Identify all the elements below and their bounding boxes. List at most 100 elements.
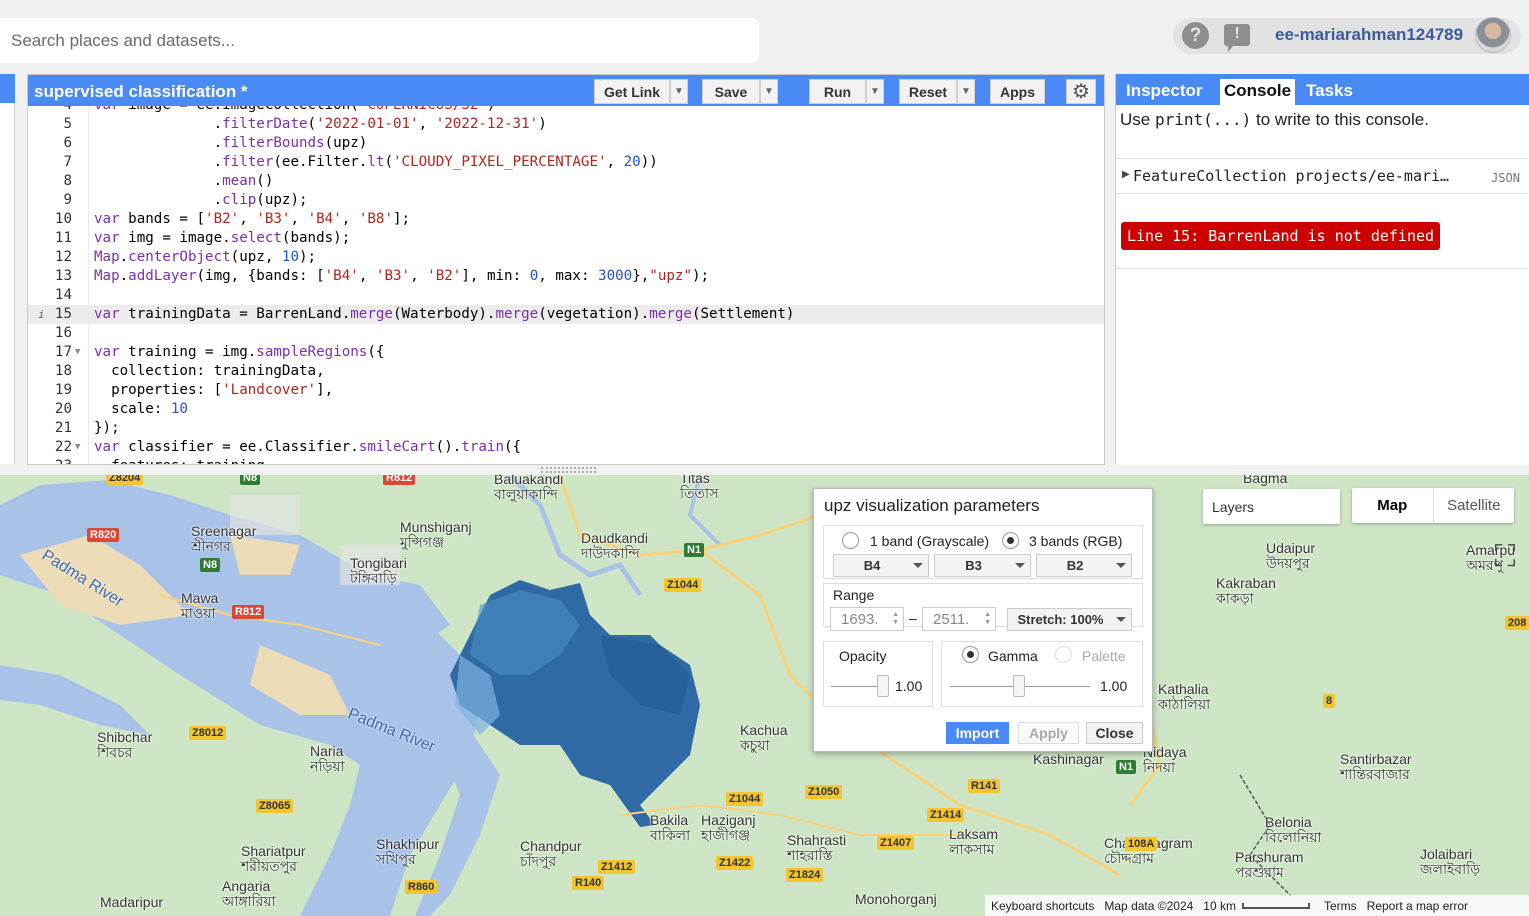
save-dropdown[interactable]: ▼ <box>760 79 778 104</box>
save-button[interactable]: Save <box>702 79 760 104</box>
code-area[interactable]: 4 var image = ee.ImageCollection('COPERNI… <box>28 106 1104 464</box>
help-icon[interactable]: ? <box>1182 22 1209 49</box>
line-number[interactable]: 14 <box>28 286 72 305</box>
line-number[interactable]: 21 <box>28 419 72 438</box>
map-type-map[interactable]: Map <box>1352 488 1433 523</box>
range-min-input[interactable]: 1693. ▲ ▼ <box>830 607 904 631</box>
report-error-link[interactable]: Report a map error <box>1367 899 1468 913</box>
code-line[interactable]: 21}); <box>28 419 1104 438</box>
line-number[interactable]: 16 <box>28 324 72 343</box>
code-text: var bands = ['B2', 'B3', 'B4', 'B8']; <box>94 211 411 227</box>
feedback-icon[interactable]: ! <box>1224 24 1250 52</box>
code-line[interactable]: 10 var bands = ['B2', 'B3', 'B4', 'B8']; <box>28 210 1104 229</box>
json-toggle[interactable]: JSON <box>1491 171 1520 185</box>
tab-console[interactable]: Console <box>1220 79 1296 105</box>
line-number[interactable]: 23 <box>28 457 72 464</box>
close-button[interactable]: Close <box>1086 722 1143 744</box>
gamma-slider-thumb[interactable] <box>1013 675 1025 697</box>
red-band-select[interactable]: B4 <box>833 554 929 577</box>
code-line[interactable]: 16 <box>28 324 1104 343</box>
green-band-select[interactable]: B3 <box>934 554 1031 577</box>
code-line[interactable]: 14 <box>28 286 1104 305</box>
code-line[interactable]: 11 var img = image.select(bands); <box>28 229 1104 248</box>
line-number[interactable]: 12 <box>28 248 72 267</box>
radio-gamma[interactable] <box>962 646 979 663</box>
line-number[interactable]: 15 <box>28 305 72 324</box>
layers-button[interactable]: Layers <box>1203 489 1340 524</box>
label-1-band: 1 band (Grayscale) <box>870 533 990 549</box>
fold-arrow-icon[interactable]: ▼ <box>75 343 80 362</box>
line-number[interactable]: 20 <box>28 400 72 419</box>
panel-splitter[interactable] <box>541 467 596 473</box>
line-number[interactable]: 10 <box>28 210 72 229</box>
code-line[interactable]: 7 .filter(ee.Filter.lt('CLOUDY_PIXEL_PER… <box>28 153 1104 172</box>
blue-band-select[interactable]: B2 <box>1036 554 1132 577</box>
opacity-slider-thumb[interactable] <box>877 675 889 697</box>
radio-3-bands[interactable] <box>1002 532 1019 549</box>
code-line[interactable]: 15 i var trainingData = BarrenLand.merge(W… <box>28 305 1104 324</box>
code-line[interactable]: 22 ▼ var classifier = ee.Classifier.smileC… <box>28 438 1104 457</box>
line-number[interactable]: 8 <box>28 172 72 191</box>
stretch-select[interactable]: Stretch: 100% <box>1007 608 1132 631</box>
line-number[interactable]: 6 <box>28 134 72 153</box>
code-line[interactable]: 20 scale: 10 <box>28 400 1104 419</box>
tab-tasks[interactable]: Tasks <box>1306 81 1353 101</box>
get-link-dropdown[interactable]: ▼ <box>670 79 688 104</box>
code-line[interactable]: 4 var image = ee.ImageCollection('COPERNI… <box>28 106 1104 115</box>
search-box[interactable] <box>0 18 759 63</box>
get-link-button[interactable]: Get Link <box>594 79 670 104</box>
line-number[interactable]: 11 <box>28 229 72 248</box>
radio-1-band[interactable] <box>842 532 859 549</box>
console-output-item[interactable]: ▶ FeatureCollection projects/ee-mari… JS… <box>1116 158 1528 194</box>
fold-arrow-icon[interactable]: ▼ <box>75 438 80 457</box>
line-number[interactable]: 13 <box>28 267 72 286</box>
code-line[interactable]: 19 properties: ['Landcover'], <box>28 381 1104 400</box>
fullscreen-icon[interactable]: ⛶ <box>1485 537 1525 577</box>
line-number[interactable]: 9 <box>28 191 72 210</box>
map[interactable]: Padma River Padma River Baluakandi বালুয়… <box>0 475 1529 916</box>
avatar[interactable] <box>1475 17 1511 53</box>
line-number[interactable]: 5 <box>28 115 72 134</box>
settings-gear-icon[interactable]: ⚙ <box>1066 79 1096 104</box>
import-button[interactable]: Import <box>946 722 1009 744</box>
tab-inspector[interactable]: Inspector <box>1126 81 1203 101</box>
place-label: Titas তিতাস <box>680 475 719 501</box>
keyboard-shortcuts-link[interactable]: Keyboard shortcuts <box>991 899 1094 913</box>
road-shield: N8 <box>240 475 261 485</box>
scale-label: 10 km <box>1203 898 1236 913</box>
road-shield: Z1050 <box>805 785 843 799</box>
line-number[interactable]: 17 <box>28 343 72 362</box>
code-line[interactable]: 6 .filterBounds(upz) <box>28 134 1104 153</box>
code-line[interactable]: 9 .clip(upz); <box>28 191 1104 210</box>
error-message: Line 15: BarrenLand is not defined <box>1121 222 1441 250</box>
run-dropdown[interactable]: ▼ <box>866 79 884 104</box>
radio-palette[interactable] <box>1055 646 1072 663</box>
map-type-satellite[interactable]: Satellite <box>1432 488 1515 523</box>
line-info-icon[interactable]: i <box>38 305 45 324</box>
run-button[interactable]: Run <box>809 79 866 104</box>
username[interactable]: ee-mariarahman124789 <box>1275 25 1463 45</box>
road-shield: R812 <box>232 605 265 619</box>
code-line[interactable]: 8 .mean() <box>28 172 1104 191</box>
apps-button[interactable]: Apps <box>990 79 1045 104</box>
terms-link[interactable]: Terms <box>1324 899 1357 913</box>
line-number[interactable]: 22 <box>28 438 72 457</box>
reset-button[interactable]: Reset <box>899 79 957 104</box>
line-number[interactable]: 4 <box>28 106 72 115</box>
code-line[interactable]: 23 features: training, <box>28 457 1104 464</box>
apply-button[interactable]: Apply <box>1018 722 1079 744</box>
reset-dropdown[interactable]: ▼ <box>957 79 975 104</box>
line-number[interactable]: 18 <box>28 362 72 381</box>
expand-arrow-icon[interactable]: ▶ <box>1122 169 1130 180</box>
code-line[interactable]: 5 .filterDate('2022-01-01', '2022-12-31'… <box>28 115 1104 134</box>
line-number[interactable]: 19 <box>28 381 72 400</box>
console-item-text[interactable]: FeatureCollection projects/ee-mari… <box>1133 167 1449 185</box>
code-line[interactable]: 18 collection: trainingData, <box>28 362 1104 381</box>
code-line[interactable]: 17 ▼ var training = img.sampleRegions({ <box>28 343 1104 362</box>
search-input[interactable] <box>0 18 759 63</box>
range-max-input[interactable]: 2511. ▲ ▼ <box>922 607 996 631</box>
road-shield: N1 <box>1116 760 1137 774</box>
code-line[interactable]: 13 Map.addLayer(img, {bands: ['B4', 'B3',… <box>28 267 1104 286</box>
code-line[interactable]: 12 Map.centerObject(upz, 10); <box>28 248 1104 267</box>
line-number[interactable]: 7 <box>28 153 72 172</box>
